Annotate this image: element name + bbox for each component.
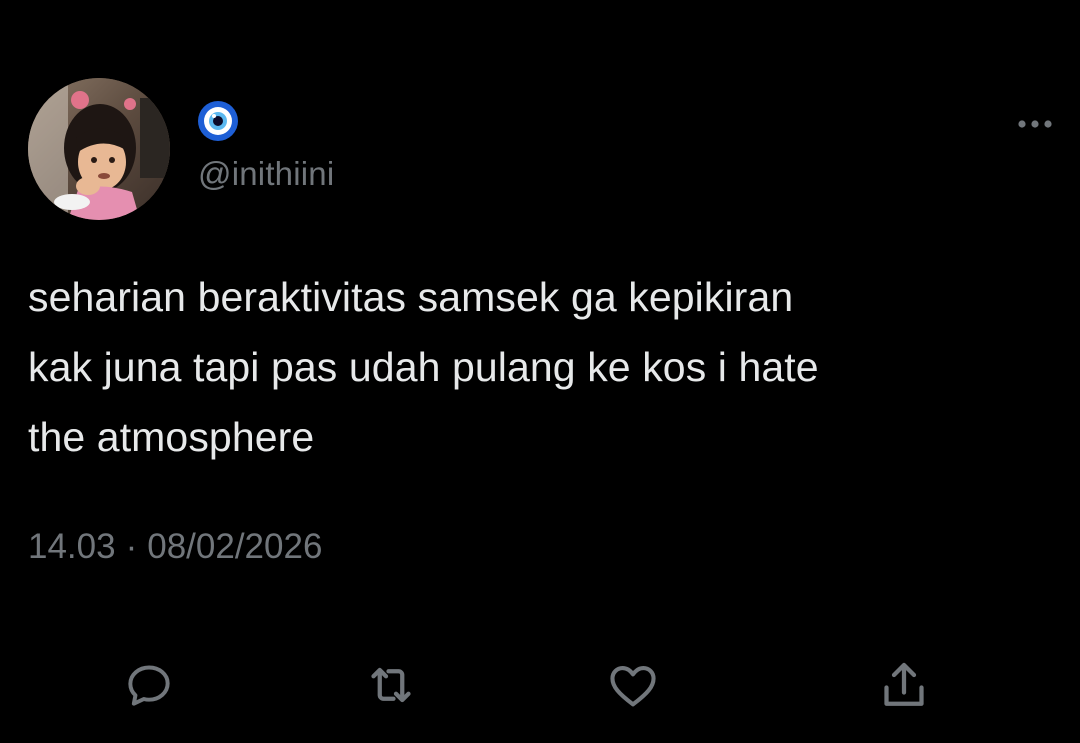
meta-separator: · [125, 527, 138, 566]
reply-button[interactable] [119, 655, 179, 715]
tweet-text: seharian beraktivitas samsek ga kepikira… [28, 274, 819, 460]
display-name[interactable] [197, 100, 239, 142]
retweet-button[interactable] [361, 655, 421, 715]
tweet-date: 08/02/2026 [147, 527, 323, 566]
share-icon [884, 662, 924, 706]
tweet-timestamp[interactable]: 14.03 · 08/02/2026 [28, 527, 322, 567]
avatar[interactable] [28, 78, 170, 220]
heart-icon [610, 666, 656, 707]
reply-icon [128, 665, 170, 706]
more-button[interactable] [1014, 110, 1056, 138]
user-handle[interactable]: @inithiini [198, 155, 334, 193]
share-button[interactable] [874, 655, 934, 715]
retweet-icon [371, 667, 411, 703]
like-button[interactable] [603, 655, 663, 715]
tweet: @inithiini seharian beraktivitas samsek … [0, 0, 1080, 743]
action-bar [0, 655, 1080, 715]
more-icon [1018, 120, 1052, 128]
nazar-eye-emoji-icon [198, 101, 238, 141]
tweet-time: 14.03 [28, 527, 116, 566]
avatar-photo [28, 78, 170, 220]
